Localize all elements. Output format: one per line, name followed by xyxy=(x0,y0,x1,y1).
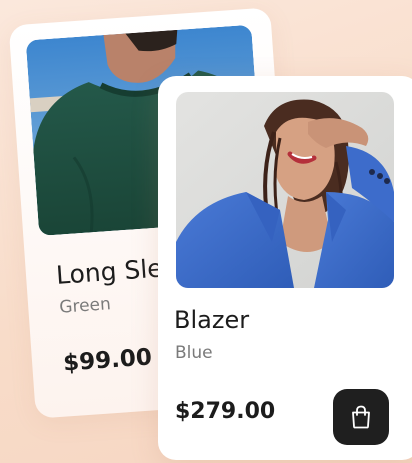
shopping-bag-icon xyxy=(352,405,370,429)
product-color-label: Blue xyxy=(175,343,213,363)
product-card-blazer[interactable]: Blazer Blue $279.00 xyxy=(158,76,412,460)
product-price: $279.00 xyxy=(175,399,276,424)
product-price: $99.00 xyxy=(62,344,153,377)
product-image-blazer xyxy=(176,92,394,288)
add-to-cart-button[interactable] xyxy=(333,389,389,445)
woman-blue-blazer-photo xyxy=(176,92,394,288)
product-name: Blazer xyxy=(174,306,250,334)
product-color-label: Green xyxy=(58,294,112,318)
